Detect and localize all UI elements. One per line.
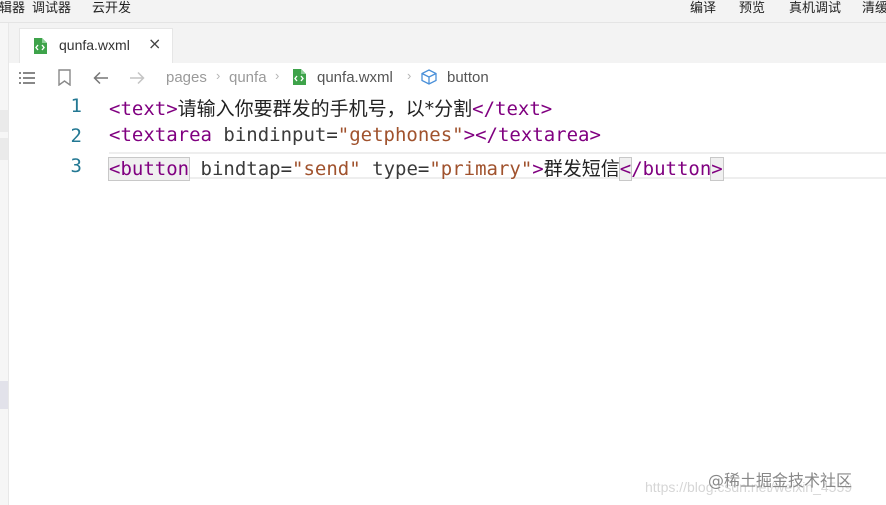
code-token: <button <box>107 157 191 181</box>
code-line-2[interactable]: <textarea bindinput="getphones"></textar… <box>109 124 601 146</box>
code-token: type <box>360 158 418 180</box>
back-arrow-icon[interactable] <box>93 71 109 89</box>
left-panel-row <box>0 381 8 409</box>
breadcrumb: pages › qunfa › qunfa.wxml › button <box>9 63 886 93</box>
toolbar-cloud-dev[interactable]: 云开发 <box>92 0 131 18</box>
cube-element-icon <box>420 69 438 89</box>
chevron-right-icon: › <box>216 68 221 83</box>
top-toolbar: 编辑器 调试器 云开发 编译 预览 真机调试 清缓存 <box>0 0 886 23</box>
code-token: < <box>618 157 633 181</box>
left-panel-row <box>0 138 8 160</box>
close-icon[interactable]: × <box>148 34 161 53</box>
code-token: = <box>326 124 338 146</box>
breadcrumb-item-file[interactable]: qunfa.wxml <box>317 69 393 86</box>
code-token: 请输入你要群发的手机号，以*分割 <box>177 98 473 120</box>
code-token: bindinput <box>211 124 327 146</box>
watermark-brand: @稀土掘金技术社区 <box>708 471 853 490</box>
toolbar-preview[interactable]: 预览 <box>739 0 765 18</box>
wxml-file-icon <box>33 38 47 58</box>
code-token: </text> <box>472 98 553 120</box>
code-token: "primary" <box>429 158 533 180</box>
breadcrumb-item-button[interactable]: button <box>447 69 489 86</box>
line-number: 3 <box>70 155 82 177</box>
toolbar-remote-debug[interactable]: 真机调试 <box>789 0 841 18</box>
code-token: bindtap <box>189 158 281 180</box>
forward-arrow-icon[interactable] <box>129 71 145 89</box>
tab-bar: qunfa.wxml × <box>9 23 886 63</box>
toolbar-editor[interactable]: 编辑器 <box>0 0 25 18</box>
toolbar-clear-cache[interactable]: 清缓存 <box>862 0 886 18</box>
toolbar-compile[interactable]: 编译 <box>690 0 716 18</box>
code-token: "getphones" <box>337 124 464 146</box>
chevron-right-icon: › <box>275 68 280 83</box>
code-token: > <box>532 158 544 180</box>
chevron-right-icon: › <box>407 68 412 83</box>
breadcrumb-item-pages[interactable]: pages <box>166 69 207 86</box>
code-token: <text> <box>109 98 178 120</box>
code-line-1[interactable]: <text>请输入你要群发的手机号，以*分割</text> <box>109 94 552 121</box>
toolbar-debugger[interactable]: 调试器 <box>32 0 71 18</box>
code-editor[interactable]: 1 <text>请输入你要群发的手机号，以*分割</text> 2 <texta… <box>9 93 886 505</box>
code-token: /button <box>631 158 712 180</box>
line-number: 2 <box>70 125 82 147</box>
code-token: = <box>280 158 293 180</box>
bookmark-icon[interactable] <box>58 69 71 90</box>
code-token: > <box>710 157 724 181</box>
outline-list-icon[interactable] <box>19 71 35 89</box>
code-line-3[interactable]: <button bindtap="send" type="primary">群发… <box>107 154 724 181</box>
left-panel-edge <box>0 23 9 505</box>
breadcrumb-item-qunfa[interactable]: qunfa <box>229 69 267 86</box>
line-number: 1 <box>70 95 82 117</box>
code-token: ></textarea> <box>463 124 601 146</box>
wxml-file-icon <box>292 69 306 89</box>
tab-title: qunfa.wxml <box>59 37 130 53</box>
code-token: "send" <box>292 158 361 180</box>
code-token: 群发短信 <box>543 158 620 180</box>
tab-qunfa-wxml[interactable]: qunfa.wxml × <box>19 28 173 63</box>
code-token: = <box>417 158 430 180</box>
left-panel-row <box>0 110 8 132</box>
code-token: <textarea <box>109 124 212 146</box>
